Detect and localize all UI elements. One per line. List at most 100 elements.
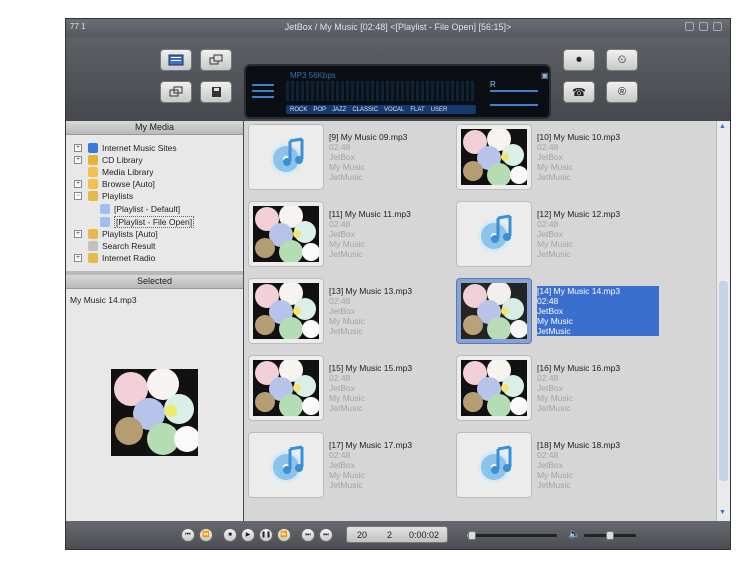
tree-item[interactable]: Search Result [74, 241, 155, 251]
album-art[interactable] [248, 124, 324, 190]
eq-preset-user[interactable]: USER [431, 107, 448, 113]
record-icon: ⏺ [576, 53, 582, 66]
track-item[interactable]: [11] My Music 11.mp3 02:48 JetBox My Music J… [248, 201, 456, 273]
rewind-button[interactable]: ⏪ [199, 528, 213, 542]
track-item[interactable]: [13] My Music 13.mp3 02:48 JetBox My Music J… [248, 278, 456, 350]
volume-slider[interactable] [584, 531, 636, 540]
album-art[interactable] [248, 355, 324, 421]
album-art[interactable] [456, 355, 532, 421]
tree-item-label: [Playlist - Default] [114, 204, 181, 214]
album-art[interactable] [456, 124, 532, 190]
registered-button[interactable]: ® [606, 81, 638, 103]
track-title: [15] My Music 15.mp3 [329, 363, 413, 373]
album-art[interactable] [248, 201, 324, 267]
selected-album-art [111, 368, 200, 456]
track-item[interactable]: [14] My Music 14.mp3 02:48 JetBox My Music J… [456, 278, 664, 350]
selected-header: Selected [66, 275, 243, 289]
stop-button[interactable]: ■ [223, 528, 237, 542]
tree-item[interactable]: + Internet Radio [74, 253, 155, 263]
tree-expander-icon[interactable]: + [74, 254, 82, 262]
track-title: [12] My Music 12.mp3 [537, 209, 621, 219]
scroll-down-icon[interactable]: ▼ [719, 509, 728, 517]
tree-expander-icon[interactable]: + [74, 230, 82, 238]
track-item[interactable]: [12] My Music 12.mp3 02:48 JetBox My Music J… [456, 201, 664, 273]
tree-expander-icon[interactable]: + [74, 144, 82, 152]
track-item[interactable]: [18] My Music 18.mp3 02:48 JetBox My Music J… [456, 432, 664, 504]
tree-item[interactable]: + Internet Music Sites [74, 143, 177, 153]
track-artist: JetBox [537, 306, 563, 316]
scroll-up-icon[interactable]: ▲ [719, 123, 728, 131]
album-art[interactable] [248, 278, 324, 344]
track-album: My Music [329, 162, 365, 172]
track-item[interactable]: [9] My Music 09.mp3 02:48 JetBox My Music Je… [248, 124, 456, 196]
lcd-balance-track[interactable] [490, 104, 538, 106]
close-button[interactable] [713, 22, 722, 31]
save-button[interactable] [200, 81, 232, 103]
track-artist: JetBox [329, 229, 355, 239]
lcd-volume-track[interactable] [490, 90, 538, 92]
forward-button[interactable]: ⏩ [277, 528, 291, 542]
track-item[interactable]: [10] My Music 10.mp3 02:48 JetBox My Music J… [456, 124, 664, 196]
tree-expander-icon[interactable]: − [74, 192, 82, 200]
tree-item[interactable]: [Playlist - File Open] [100, 216, 195, 228]
eq-preset-vocal[interactable]: VOCAL [384, 107, 404, 113]
skin-icon [169, 86, 183, 97]
eq-preset-pop[interactable]: POP [313, 107, 326, 113]
album-art[interactable] [456, 278, 532, 344]
list-view-icon [168, 54, 184, 66]
spectrum-analyzer [286, 81, 476, 101]
timer-button[interactable]: ⏲ [606, 49, 638, 71]
transport-bar: ⏮ ⏪ ■ ▶ ❚❚ ⏩ ⏭ ⏭ 20 2 0:00:02 🔈 [66, 521, 730, 549]
track-duration: 02:48 [329, 450, 351, 460]
view-list-button[interactable] [160, 49, 192, 71]
speaker-icon: 🔈 [568, 529, 581, 540]
track-item[interactable]: [15] My Music 15.mp3 02:48 JetBox My Music J… [248, 355, 456, 427]
tree-item[interactable]: + CD Library [74, 155, 143, 165]
track-album: My Music [537, 162, 573, 172]
vertical-scrollbar[interactable]: ▲ ▼ [716, 121, 730, 521]
minimize-button[interactable] [685, 22, 694, 31]
tree-item[interactable]: + Playlists [Auto] [74, 229, 158, 239]
volume-thumb[interactable] [606, 531, 614, 540]
tree-item[interactable]: [Playlist - Default] [100, 204, 180, 214]
registered-icon: ® [617, 86, 627, 98]
track-grid[interactable]: [9] My Music 09.mp3 02:48 JetBox My Music Je… [244, 121, 716, 521]
track-item[interactable]: [16] My Music 16.mp3 02:48 JetBox My Music J… [456, 355, 664, 427]
last-track-button[interactable]: ⏭ [319, 528, 333, 542]
seek-bar[interactable] [467, 531, 557, 540]
maximize-button[interactable] [699, 22, 708, 31]
play-button[interactable]: ▶ [241, 528, 255, 542]
tree-expander-icon[interactable]: + [74, 180, 82, 188]
track-meta: [12] My Music 12.mp3 02:48 JetBox My Music J… [537, 209, 620, 259]
mini-mode-button[interactable] [200, 49, 232, 71]
album-art[interactable] [456, 432, 532, 498]
track-album: My Music [329, 316, 365, 326]
scroll-thumb[interactable] [719, 281, 728, 481]
eq-preset-jazz[interactable]: JAZZ [332, 107, 346, 113]
play-counter: 20 2 0:00:02 [346, 526, 448, 543]
tree-item[interactable]: Media Library [74, 167, 154, 177]
track-duration: 02:48 [537, 142, 559, 152]
skin-button[interactable] [160, 81, 192, 103]
pause-button[interactable]: ❚❚ [259, 528, 273, 542]
next-button[interactable]: ⏭ [301, 528, 315, 542]
track-artist: JetBox [329, 306, 355, 316]
tree-item[interactable]: − Playlists [74, 191, 133, 201]
first-track-button[interactable]: ⏮ [181, 528, 195, 542]
eq-preset-rock[interactable]: ROCK [290, 107, 307, 113]
tree-item[interactable]: + Browse [Auto] [74, 179, 155, 189]
eq-preset-classic[interactable]: CLASSIC [352, 107, 378, 113]
album-art[interactable] [456, 201, 532, 267]
eq-preset-flat[interactable]: FLAT [410, 107, 424, 113]
record-button[interactable]: ⏺ [563, 49, 595, 71]
seek-thumb[interactable] [467, 531, 476, 540]
cd-icon [88, 155, 98, 165]
track-item[interactable]: [17] My Music 17.mp3 02:48 JetBox My Music J… [248, 432, 456, 504]
phone-button[interactable]: ☎ [563, 81, 595, 103]
album-art[interactable] [248, 432, 324, 498]
tree-expander-icon[interactable]: + [74, 156, 82, 164]
track-title: [10] My Music 10.mp3 [537, 132, 621, 142]
app-window: 77 1 JetBox / My Music [02:48] <[Playlis… [65, 18, 731, 550]
track-album: My Music [537, 239, 573, 249]
track-title: [13] My Music 13.mp3 [329, 286, 413, 296]
